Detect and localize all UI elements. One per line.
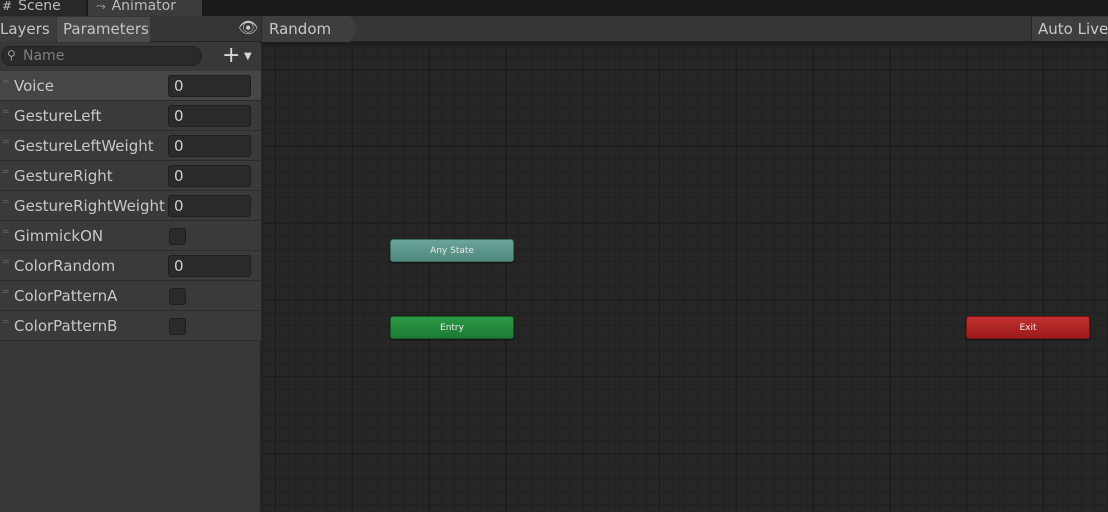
tab-parameters[interactable]: Parameters (57, 17, 150, 42)
drag-handle-icon[interactable]: = (2, 108, 10, 117)
parameter-row[interactable]: = GestureRight 0 (0, 161, 261, 191)
plus-icon: + (222, 43, 241, 68)
parameter-name: GestureRightWeight (14, 197, 165, 215)
eye-icon[interactable]: 👁 (238, 20, 258, 36)
drag-handle-icon[interactable]: = (2, 168, 10, 177)
graph-toolbar: Random Auto Live (262, 16, 1108, 42)
add-parameter-button[interactable]: + ▼ (222, 43, 258, 68)
parameter-checkbox[interactable] (169, 318, 186, 335)
parameter-name: GestureLeftWeight (14, 137, 154, 155)
parameter-name: GimmickON (14, 227, 104, 245)
parameter-checkbox[interactable] (169, 228, 186, 245)
window-tab-bar: # Scene ⤳ Animator (0, 0, 1108, 16)
entry-node[interactable]: Entry (390, 316, 514, 339)
search-field[interactable]: ⚲ (1, 46, 202, 66)
drag-handle-icon[interactable]: = (2, 78, 10, 87)
parameter-name: ColorPatternA (14, 287, 118, 305)
parameter-name: GestureLeft (14, 107, 102, 125)
drag-handle-icon[interactable]: = (2, 288, 10, 297)
parameter-row[interactable]: = GestureLeft 0 (0, 101, 261, 131)
tab-layers[interactable]: Layers (0, 17, 56, 42)
parameter-checkbox[interactable] (169, 288, 186, 305)
drag-handle-icon[interactable]: = (2, 198, 10, 207)
animator-icon: ⤳ (96, 0, 106, 13)
panel-tabs: Layers Parameters 👁 (0, 16, 261, 42)
breadcrumb-arrow-icon (350, 16, 358, 42)
chevron-down-icon: ▼ (244, 51, 252, 62)
parameter-name: GestureRight (14, 167, 113, 185)
parameter-value-field[interactable]: 0 (168, 255, 251, 277)
search-row: ⚲ + ▼ (0, 43, 261, 71)
exit-node[interactable]: Exit (966, 316, 1090, 339)
parameter-row[interactable]: = ColorPatternB (0, 311, 261, 341)
parameter-value-field[interactable]: 0 (168, 105, 251, 127)
parameter-row[interactable]: = ColorRandom 0 (0, 251, 261, 281)
auto-live-toggle[interactable]: Auto Live (1031, 17, 1108, 41)
parameter-row[interactable]: = GimmickON (0, 221, 261, 251)
tab-scene[interactable]: # Scene (0, 0, 86, 16)
parameter-name: Voice (14, 77, 54, 95)
parameter-row[interactable]: = ColorPatternA (0, 281, 261, 311)
parameter-name: ColorRandom (14, 257, 116, 275)
drag-handle-icon[interactable]: = (2, 138, 10, 147)
drag-handle-icon[interactable]: = (2, 318, 10, 327)
search-icon: ⚲ (7, 48, 16, 62)
tab-animator-label: Animator (111, 0, 176, 14)
parameter-value-field[interactable]: 0 (168, 165, 251, 187)
search-input[interactable] (23, 48, 193, 64)
parameter-value-field[interactable]: 0 (168, 195, 251, 217)
any-state-node[interactable]: Any State (390, 239, 514, 262)
drag-handle-icon[interactable]: = (2, 228, 10, 237)
parameters-panel: Layers Parameters 👁 ⚲ + ▼ = Voice 0 = Ge… (0, 16, 261, 512)
drag-handle-icon[interactable]: = (2, 258, 10, 267)
parameter-name: ColorPatternB (14, 317, 118, 335)
parameter-row[interactable]: = GestureRightWeight 0 (0, 191, 261, 221)
breadcrumb[interactable]: Random (262, 16, 350, 42)
tab-animator[interactable]: ⤳ Animator (88, 0, 202, 16)
parameter-list: = Voice 0 = GestureLeft 0 = GestureLeftW… (0, 71, 261, 341)
state-machine-graph[interactable]: Random Auto Live Any State Entry Exit (262, 16, 1108, 512)
grid-icon: # (2, 0, 13, 13)
parameter-row[interactable]: = Voice 0 (0, 71, 261, 101)
toolbar-shadow (262, 42, 1108, 50)
parameter-value-field[interactable]: 0 (168, 75, 251, 97)
parameter-value-field[interactable]: 0 (168, 135, 251, 157)
tab-scene-label: Scene (18, 0, 61, 14)
parameter-row[interactable]: = GestureLeftWeight 0 (0, 131, 261, 161)
